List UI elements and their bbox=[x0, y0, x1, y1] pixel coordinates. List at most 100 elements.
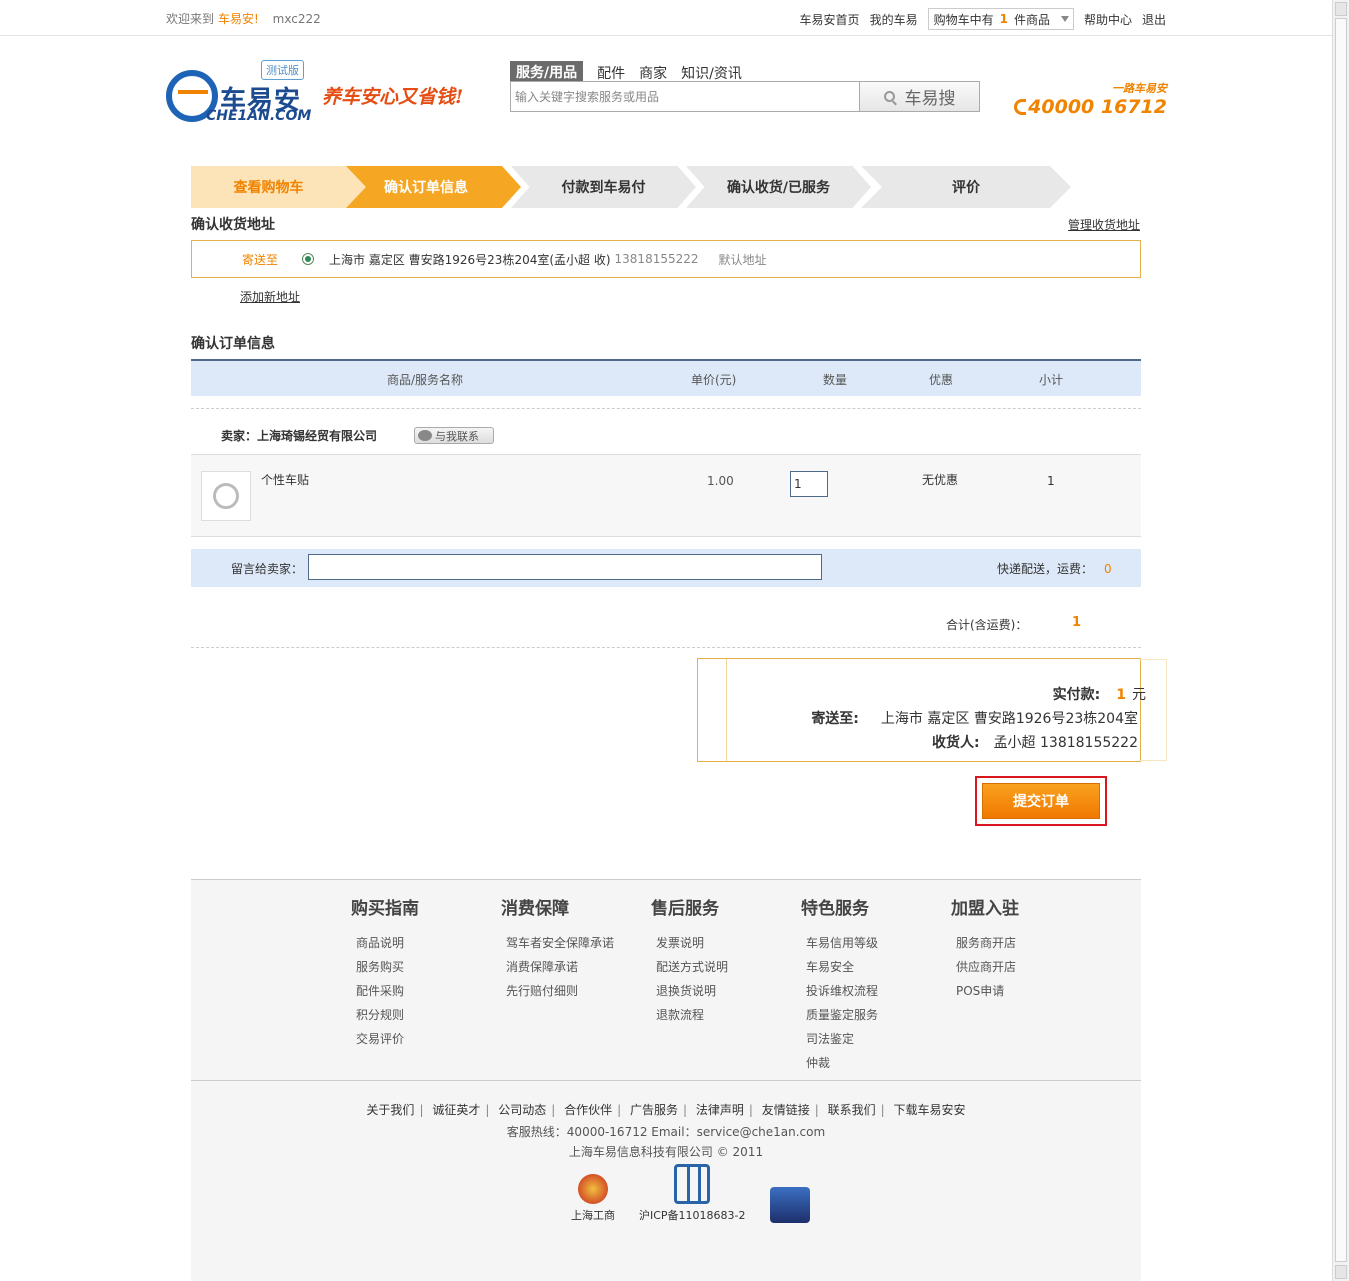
site-logo[interactable]: 车易安 CHE1AN.COM 测试版 bbox=[166, 60, 316, 125]
product-name[interactable]: 个性车贴 bbox=[261, 471, 309, 488]
receiver-label: 收货人: bbox=[931, 735, 980, 751]
footer-link[interactable]: 消费保障承诺 bbox=[506, 955, 614, 979]
help-link[interactable]: 帮助中心 bbox=[1084, 11, 1132, 28]
placeholder-logo-icon bbox=[213, 483, 239, 509]
order-section-title: 确认订单信息 bbox=[191, 336, 275, 352]
footer-link[interactable]: 司法鉴定 bbox=[806, 1027, 878, 1051]
logout-link[interactable]: 退出 bbox=[1142, 11, 1166, 28]
copyright: 上海车易信息科技有限公司 © 2011 bbox=[568, 1145, 764, 1159]
manage-address-link[interactable]: 管理收货地址 bbox=[1068, 216, 1140, 233]
col-discount: 优惠 bbox=[929, 373, 954, 387]
message-input[interactable] bbox=[308, 554, 822, 580]
my-account-link[interactable]: 我的车易 bbox=[870, 11, 918, 28]
footer-bottom-link[interactable]: 公司动态 bbox=[498, 1103, 546, 1117]
footer-link[interactable]: 驾车者安全保障承诺 bbox=[506, 931, 614, 955]
cart-prefix: 购物车中有 bbox=[933, 12, 994, 27]
footer-bottom-link[interactable]: 诚征英才 bbox=[432, 1103, 480, 1117]
footer-link[interactable]: 车易安全 bbox=[806, 955, 878, 979]
search-tab-services[interactable]: 服务/用品 bbox=[510, 61, 584, 83]
footer-bottom-link[interactable]: 广告服务 bbox=[630, 1103, 678, 1117]
badge-police[interactable] bbox=[769, 1187, 810, 1223]
footer-link[interactable]: 积分规则 bbox=[356, 1003, 419, 1027]
footer-bottom-link[interactable]: 法律声明 bbox=[696, 1103, 744, 1117]
footer-link[interactable]: 车易信用等级 bbox=[806, 931, 878, 955]
product-price: 1.00 bbox=[707, 474, 734, 488]
address-option[interactable]: 寄送至 上海市 嘉定区 曹安路1926号23栋204室(孟小超 收) 13818… bbox=[191, 240, 1141, 278]
address-radio[interactable] bbox=[302, 253, 314, 265]
home-link[interactable]: 车易安首页 bbox=[800, 11, 860, 28]
hotline-text: 40000 16712 bbox=[1028, 96, 1167, 118]
payment-summary: 实付款: 1 元 寄送至: 上海市 嘉定区 曹安路1926号23栋204室 收货人: 孟… bbox=[697, 658, 1167, 762]
submit-order-button[interactable]: 提交订单 bbox=[982, 783, 1100, 819]
cyber-police-icon bbox=[769, 1187, 810, 1223]
cart-dropdown[interactable]: 购物车中有 1 件商品 bbox=[927, 8, 1074, 30]
footer-col-title: 特色服务 bbox=[801, 899, 869, 919]
search-input[interactable]: 输入关键字搜索服务或用品 bbox=[510, 81, 860, 112]
footer-bottom-link[interactable]: 友情链接 bbox=[762, 1103, 810, 1117]
submit-highlight: 提交订单 bbox=[975, 776, 1107, 826]
footer-col-consumer-protection: 消费保障 驾车者安全保障承诺 消费保障承诺 先行赔付细则 bbox=[501, 894, 614, 1003]
footer-link[interactable]: 商品说明 bbox=[356, 931, 419, 955]
scroll-down-button[interactable] bbox=[1335, 1265, 1347, 1279]
footer-bottom-link[interactable]: 关于我们 bbox=[366, 1103, 414, 1117]
summary-receiver-line: 收货人: 孟小超 13818155222 bbox=[932, 732, 1138, 752]
footer-link[interactable]: 质量鉴定服务 bbox=[806, 1003, 878, 1027]
seller-name: 卖家：上海琦锡经贸有限公司 bbox=[221, 429, 378, 443]
footer-bottom-link[interactable]: 下载车易安安 bbox=[894, 1103, 966, 1117]
total-label: 合计(含运费)： bbox=[946, 618, 1028, 632]
national-emblem-icon bbox=[578, 1174, 608, 1204]
chat-icon bbox=[418, 430, 432, 441]
footer-link[interactable]: 发票说明 bbox=[656, 931, 728, 955]
vertical-scrollbar[interactable] bbox=[1332, 0, 1349, 1281]
footer-divider bbox=[191, 1080, 1141, 1081]
product-thumbnail[interactable] bbox=[201, 471, 251, 521]
footer-link[interactable]: 供应商开店 bbox=[956, 955, 1019, 979]
footer-link[interactable]: 退换货说明 bbox=[656, 979, 728, 1003]
summary-address-line: 寄送至: 上海市 嘉定区 曹安路1926号23栋204室 bbox=[811, 708, 1138, 728]
quantity-input[interactable]: 1 bbox=[790, 471, 828, 497]
logo-en: CHE1AN.COM bbox=[206, 108, 312, 124]
add-address-link[interactable]: 添加新地址 bbox=[240, 288, 300, 305]
product-subtotal: 1 bbox=[1047, 474, 1055, 488]
message-row: 留言给卖家： 快递配送，运费： 0 bbox=[191, 549, 1141, 587]
product-discount: 无优惠 bbox=[922, 473, 959, 487]
footer-link[interactable]: 投诉维权流程 bbox=[806, 979, 878, 1003]
search-tab-parts[interactable]: 配件 bbox=[597, 63, 625, 83]
cart-suffix: 件商品 bbox=[1013, 12, 1050, 27]
badge-label: 上海工商 bbox=[571, 1209, 615, 1222]
ship-address: 上海市 嘉定区 曹安路1926号23栋204室 bbox=[880, 711, 1138, 727]
footer-link[interactable]: POS申请 bbox=[956, 979, 1019, 1003]
order-table-header: 商品/服务名称 单价(元) 数量 优惠 小计 bbox=[191, 359, 1141, 396]
footer-bottom-link[interactable]: 合作伙伴 bbox=[564, 1103, 612, 1117]
divider bbox=[191, 408, 1141, 409]
footer-link[interactable]: 服务商开店 bbox=[956, 931, 1019, 955]
search-tab-knowledge[interactable]: 知识/资讯 bbox=[681, 63, 742, 83]
footer-link[interactable]: 配送方式说明 bbox=[656, 955, 728, 979]
footer: 购买指南 商品说明 服务购买 配件采购 积分规则 交易评价 消费保障 驾车者安全… bbox=[191, 879, 1141, 1281]
scroll-up-button[interactable] bbox=[1335, 2, 1347, 16]
search-button[interactable]: 车易搜 bbox=[859, 81, 980, 112]
search-tab-merchants[interactable]: 商家 bbox=[639, 63, 667, 83]
footer-link[interactable]: 先行赔付细则 bbox=[506, 979, 614, 1003]
footer-link[interactable]: 退款流程 bbox=[656, 1003, 728, 1027]
badge-label: 沪ICP备11018683-2 bbox=[639, 1209, 746, 1222]
hotline-number: 40000 16712 bbox=[1014, 96, 1167, 118]
footer-link[interactable]: 交易评价 bbox=[356, 1027, 419, 1051]
step-view-cart: 查看购物车 bbox=[191, 166, 366, 208]
hotline: 一路车易安 40000 16712 bbox=[1014, 80, 1167, 118]
footer-link[interactable]: 服务购买 bbox=[356, 955, 419, 979]
col-price: 单价(元) bbox=[691, 373, 737, 387]
receiver-info: 孟小超 13818155222 bbox=[993, 735, 1138, 751]
footer-link[interactable]: 配件采购 bbox=[356, 979, 419, 1003]
icp-icon bbox=[674, 1164, 711, 1204]
contact-seller-button[interactable]: 与我联系 bbox=[414, 427, 494, 444]
footer-bottom-link[interactable]: 联系我们 bbox=[828, 1103, 876, 1117]
divider bbox=[191, 647, 1141, 648]
badge-icp[interactable]: 沪ICP备11018683-2 bbox=[639, 1164, 746, 1223]
footer-link[interactable]: 仲裁 bbox=[806, 1051, 878, 1075]
brand-link[interactable]: 车易安! bbox=[218, 12, 259, 26]
badge-shanghai-business[interactable]: 上海工商 bbox=[571, 1174, 615, 1223]
scroll-thumb[interactable] bbox=[1335, 18, 1347, 1262]
footer-col-buying-guide: 购买指南 商品说明 服务购买 配件采购 积分规则 交易评价 bbox=[351, 894, 419, 1051]
cart-count: 1 bbox=[999, 12, 1008, 26]
